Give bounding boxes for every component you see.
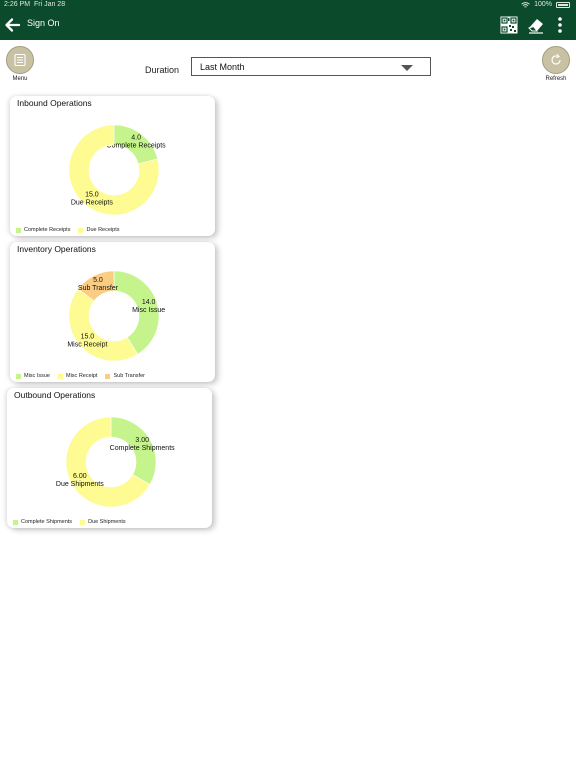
legend-label: Misc Receipt — [65, 373, 98, 379]
legend-swatch — [80, 519, 86, 525]
battery-percent: 100% — [534, 1, 552, 8]
legend-item: Complete Receipts — [16, 227, 70, 233]
outbound-operations-card: Outbound Operations 3.00 Complete Shipmen… — [7, 388, 212, 528]
legend-item: Due Receipts — [78, 227, 120, 233]
slice-value-label: 15.0 — [81, 333, 95, 340]
legend-item: Due Shipments — [80, 519, 126, 525]
refresh-label: Refresh — [545, 76, 567, 82]
wifi-icon — [521, 1, 530, 8]
legend-label: Due Receipts — [86, 227, 120, 233]
duration-value: Last Month — [200, 62, 245, 72]
legend-swatch — [78, 227, 84, 233]
legend-label: Complete Shipments — [21, 519, 73, 525]
status-time-date: 2:26 PM Fri Jan 28 — [4, 0, 65, 10]
menu-label: Menu — [12, 76, 28, 82]
chart-legend: Complete Receipts Due Receipts — [16, 227, 120, 233]
legend-swatch — [13, 519, 18, 525]
eraser-icon[interactable] — [527, 16, 545, 34]
slice-name-label: Complete Shipments — [110, 445, 175, 452]
duration-select[interactable]: Last Month — [191, 57, 431, 76]
chart-legend: Complete Shipments Due Shipments — [13, 519, 126, 525]
slice-name-label: Sub Transfer — [78, 285, 119, 292]
slice-value-label: 5.0 — [93, 277, 103, 284]
slice-name-label: Misc Receipt — [67, 341, 107, 348]
outbound-donut-chart: 3.00Complete Shipments 6.00Due Shipments — [56, 416, 175, 508]
more-vertical-icon[interactable] — [555, 16, 565, 34]
duration-label: Duration — [145, 65, 180, 75]
inventory-donut-chart: 14.0Misc Issue 15.0Misc Receipt 5.0Sub Tra… — [67, 270, 165, 362]
legend-swatch — [16, 373, 21, 379]
chevron-down-icon — [401, 65, 413, 71]
slice-value-label: 3.00 — [135, 437, 149, 444]
status-time: 2:26 PM — [4, 1, 31, 8]
status-bar: 2:26 PM Fri Jan 28 100% — [0, 0, 576, 10]
status-right: 100% — [521, 0, 570, 10]
slice-value-label: 6.00 — [73, 473, 87, 480]
slice-value-label: 14.0 — [142, 299, 156, 306]
slice-name-label: Due Receipts — [71, 199, 114, 206]
nav-title[interactable]: Sign On — [27, 18, 60, 28]
legend-label: Complete Receipts — [24, 227, 71, 233]
legend-item: Complete Shipments — [13, 519, 72, 525]
chart-legend: Misc Issue Misc Receipt Sub Transfer — [16, 373, 145, 379]
menu-list-icon — [14, 53, 26, 67]
legend-swatch — [57, 373, 63, 379]
status-date: Fri Jan 28 — [33, 1, 66, 8]
back-arrow-icon[interactable] — [4, 16, 22, 34]
inbound-donut-chart: 4.0Complete Receipts 15.0Due Receipts — [68, 124, 167, 216]
battery-icon — [556, 2, 570, 8]
legend-item: Sub Transfer — [105, 373, 145, 379]
inbound-operations-card: Inbound Operations 4.0 Complete Receipts 1… — [10, 96, 215, 236]
donut-slice-misc-receipt[interactable] — [68, 288, 139, 362]
legend-swatch — [105, 373, 111, 379]
legend-label: Sub Transfer — [113, 373, 145, 379]
refresh-icon — [551, 53, 561, 65]
refresh-button[interactable] — [542, 46, 570, 74]
slice-name-label: Misc Issue — [132, 307, 165, 314]
slice-value-label: 15.0 — [85, 191, 99, 198]
nav-bar: Sign On — [0, 10, 576, 40]
legend-label: Due Shipments — [88, 519, 126, 525]
legend-swatch — [16, 227, 21, 233]
qr-code-icon[interactable] — [500, 16, 518, 34]
legend-item: Misc Issue — [16, 373, 50, 379]
legend-label: Misc Issue — [24, 373, 50, 379]
slice-value-label: 4.0 — [131, 135, 141, 142]
menu-button[interactable] — [6, 46, 34, 74]
slice-name-label: Complete Receipts — [107, 143, 167, 150]
slice-name-label: Due Shipments — [56, 481, 104, 488]
legend-item: Misc Receipt — [57, 373, 98, 379]
inventory-operations-card: Inventory Operations 14.0 Misc Issue 15.0 M… — [10, 242, 215, 382]
